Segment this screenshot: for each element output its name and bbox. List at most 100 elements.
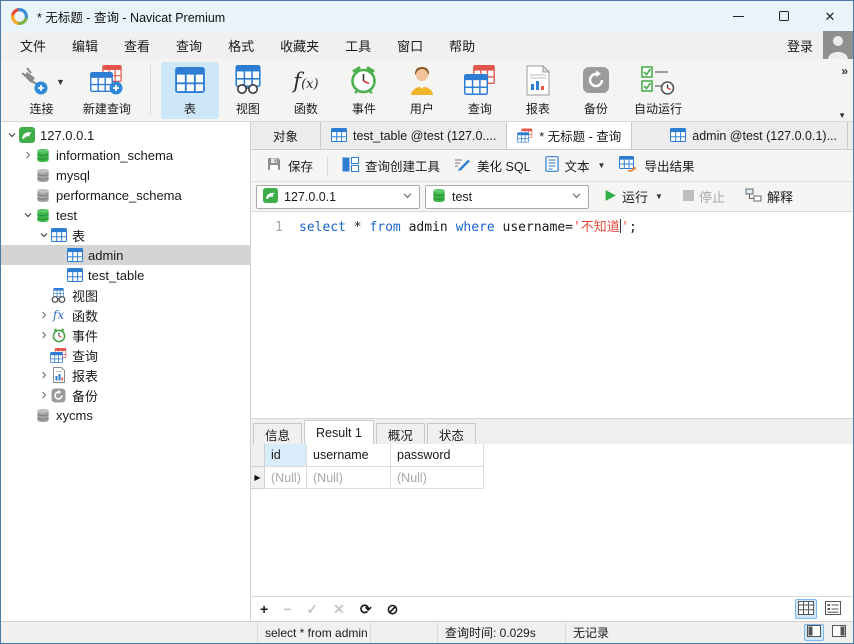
document-tab-admin @test (127.0.0.1)...[interactable]: admin @test (127.0.0.1)... — [660, 122, 848, 149]
toolbar-button-函数[interactable]: f(x)函数 — [277, 62, 335, 119]
chevron-down-icon: ▼ — [655, 192, 663, 201]
chevron-down-icon[interactable] — [37, 230, 50, 240]
tab-bar-gap — [632, 122, 660, 149]
table-cell[interactable]: (Null) — [391, 467, 484, 489]
chevron-right-icon[interactable] — [37, 370, 50, 380]
delete-record-icon[interactable]: − — [283, 602, 291, 616]
window-title: * 无标题 - 查询 - Navicat Premium — [37, 7, 225, 26]
minimize-button[interactable] — [715, 1, 761, 31]
tree-item-函数[interactable]: fx函数 — [1, 305, 250, 325]
refresh-icon[interactable]: ⟳ — [360, 602, 372, 616]
chevron-down-icon: ▼ — [598, 161, 606, 170]
toolbar-button-连接[interactable]: ▼连接 — [9, 62, 74, 119]
row-marker-header[interactable] — [251, 444, 265, 467]
grid-view-button[interactable] — [795, 599, 817, 619]
export-result-button[interactable]: 导出结果 — [612, 154, 701, 178]
tree-item-test[interactable]: test — [1, 205, 250, 225]
tree-item-查询[interactable]: 查询 — [1, 345, 250, 365]
document-tab-对象[interactable]: 对象 — [251, 122, 321, 149]
tree-item-admin[interactable]: admin — [1, 245, 250, 265]
tree-item-performance_schema[interactable]: performance_schema — [1, 185, 250, 205]
sql-plain-segment: username= — [495, 220, 573, 235]
database-green-icon — [432, 188, 446, 206]
chevron-right-icon[interactable] — [37, 330, 50, 340]
tree-item-备份[interactable]: 备份 — [1, 385, 250, 405]
login-button[interactable]: 登录 — [777, 36, 823, 55]
beautify-sql-button[interactable]: 美化 SQL — [447, 154, 538, 178]
menu-item-窗口[interactable]: 窗口 — [384, 31, 436, 59]
table-cell[interactable]: (Null) — [265, 467, 307, 489]
toolbar-button-事件[interactable]: 事件 — [335, 62, 393, 119]
tree-item-视图[interactable]: 视图 — [1, 285, 250, 305]
stop-button[interactable]: 停止 — [683, 187, 725, 206]
tree-item-事件[interactable]: 事件 — [1, 325, 250, 345]
close-button[interactable]: ✕ — [807, 1, 853, 31]
menu-item-格式[interactable]: 格式 — [215, 31, 267, 59]
column-header-id[interactable]: id — [265, 444, 307, 467]
chevron-right-icon[interactable] — [37, 390, 50, 400]
explain-icon — [745, 188, 762, 205]
result-grid-empty-area — [251, 489, 853, 596]
status-section-blank — [1, 622, 258, 643]
discard-record-icon[interactable]: ✕ — [333, 602, 345, 616]
maximize-button[interactable] — [761, 1, 807, 31]
apply-record-icon[interactable]: ✓ — [306, 602, 318, 616]
menu-item-工具[interactable]: 工具 — [332, 31, 384, 59]
sql-editor[interactable]: 1 select * from admin where username='不知… — [251, 212, 853, 418]
column-header-username[interactable]: username — [307, 444, 391, 467]
toolbar-button-表[interactable]: 表 — [161, 62, 219, 119]
tree-item-127.0.0.1[interactable]: 127.0.0.1 — [1, 125, 250, 145]
tree-item-mysql[interactable]: mysql — [1, 165, 250, 185]
text-view-button[interactable]: 文本 ▼ — [538, 154, 613, 178]
form-view-button[interactable] — [822, 599, 844, 619]
menu-item-查询[interactable]: 查询 — [163, 31, 215, 59]
document-tab-test_table @test (127.0....[interactable]: test_table @test (127.0.... — [321, 122, 507, 149]
stop-icon — [683, 189, 694, 204]
toolbar-more-icon[interactable]: ▼ — [838, 111, 846, 120]
toolbar-button-视图[interactable]: 视图 — [219, 62, 277, 119]
chevron-right-icon[interactable] — [37, 310, 50, 320]
query-builder-button[interactable]: 查询创建工具 — [335, 154, 447, 178]
show-left-pane-button[interactable] — [804, 624, 824, 641]
sql-keyword-segment: select — [299, 220, 346, 235]
tree-item-xycms[interactable]: xycms — [1, 405, 250, 425]
menu-item-帮助[interactable]: 帮助 — [436, 31, 488, 59]
toolbar-overflow-icon[interactable]: » — [841, 64, 848, 78]
user-avatar[interactable] — [823, 31, 853, 59]
menu-item-收藏夹[interactable]: 收藏夹 — [267, 31, 332, 59]
menu-item-文件[interactable]: 文件 — [7, 31, 59, 59]
table-cell[interactable]: (Null) — [307, 467, 391, 489]
show-right-pane-button[interactable] — [829, 624, 849, 641]
current-row-marker[interactable]: ▶ — [251, 467, 265, 489]
menu-item-查看[interactable]: 查看 — [111, 31, 163, 59]
toolbar-button-报表[interactable]: 报表 — [509, 62, 567, 119]
toolbar-button-备份[interactable]: 备份 — [567, 62, 625, 119]
save-button[interactable]: 保存 — [259, 154, 320, 178]
chevron-down-icon[interactable] — [21, 210, 34, 220]
result-tab-概况[interactable]: 概况 — [376, 423, 425, 444]
tree-item-表[interactable]: 表 — [1, 225, 250, 245]
add-record-icon[interactable]: + — [260, 602, 268, 616]
run-button[interactable]: 运行 ▼ — [604, 187, 663, 206]
explain-button[interactable]: 解释 — [745, 187, 793, 206]
toolbar-button-新建查询[interactable]: 新建查询 — [74, 62, 140, 119]
column-header-password[interactable]: password — [391, 444, 484, 467]
tree-item-test_table[interactable]: test_table — [1, 265, 250, 285]
document-tab-* 无标题 - 查询[interactable]: * 无标题 - 查询 — [507, 122, 632, 149]
tree-item-information_schema[interactable]: information_schema — [1, 145, 250, 165]
toolbar-button-查询[interactable]: 查询 — [451, 62, 509, 119]
main-toolbar: ▼连接新建查询表视图f(x)函数事件用户查询报表备份自动运行 » ▼ — [1, 59, 853, 122]
mysql-connection-icon — [18, 127, 35, 143]
result-tab-Result 1[interactable]: Result 1 — [304, 420, 374, 444]
connection-select[interactable]: 127.0.0.1 — [256, 185, 420, 209]
toolbar-button-用户[interactable]: 用户 — [393, 62, 451, 119]
database-select[interactable]: test — [425, 185, 589, 209]
chevron-down-icon[interactable] — [5, 130, 18, 140]
toolbar-button-自动运行[interactable]: 自动运行 — [625, 62, 691, 119]
result-tab-状态[interactable]: 状态 — [427, 423, 476, 444]
stop-record-icon[interactable]: ⊘ — [387, 602, 399, 616]
tree-item-报表[interactable]: 报表 — [1, 365, 250, 385]
chevron-right-icon[interactable] — [21, 150, 34, 160]
menu-item-编辑[interactable]: 编辑 — [59, 31, 111, 59]
result-tab-信息[interactable]: 信息 — [253, 423, 302, 444]
